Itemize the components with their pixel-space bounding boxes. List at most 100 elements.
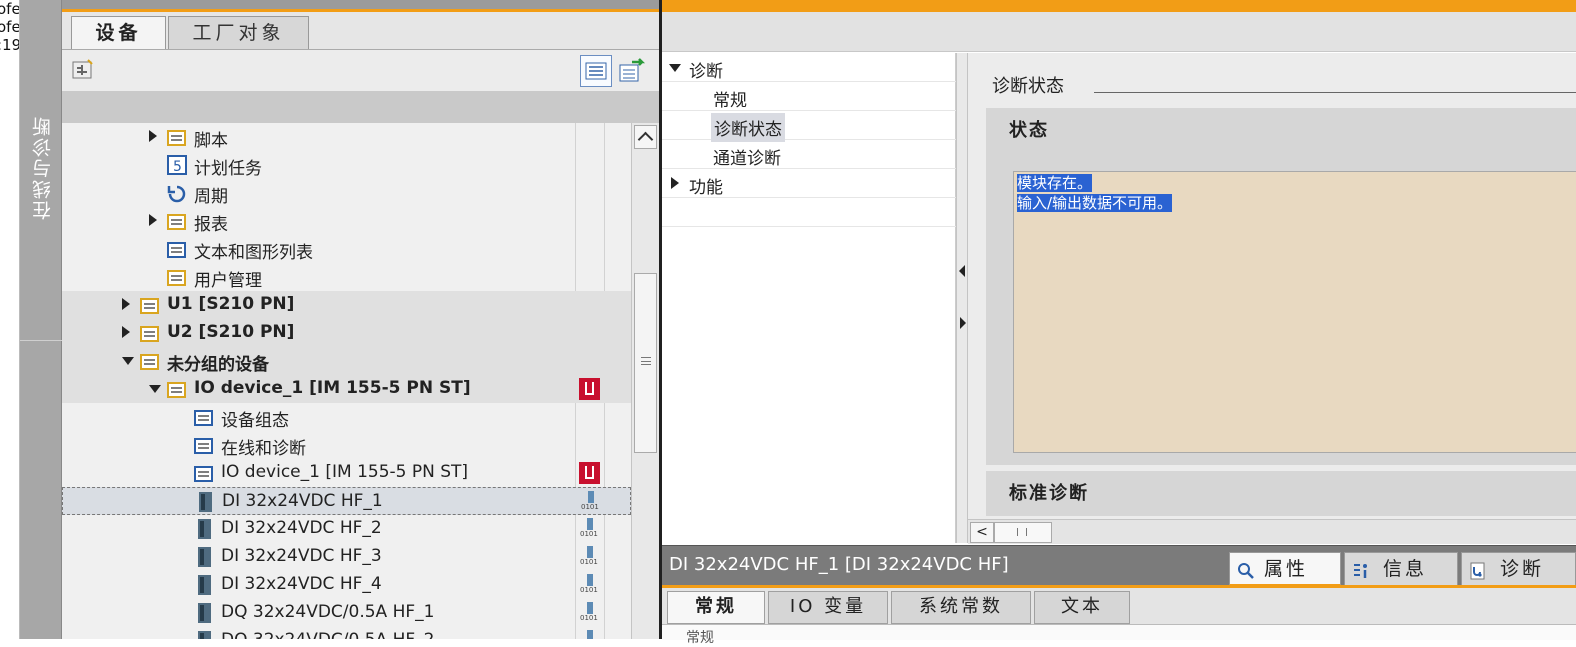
tab-diagnostics[interactable]: 诊断: [1461, 552, 1576, 587]
status-section: 状态 模块存在。 输入/输出数据不可用。: [986, 108, 1576, 465]
expand-arrow-icon[interactable]: [149, 385, 161, 393]
tree-item[interactable]: 设备组态: [62, 403, 631, 431]
cycle-icon: [166, 182, 188, 204]
nav-item-general[interactable]: 常规: [713, 86, 747, 111]
io-status-icon: [580, 574, 598, 596]
tree-item[interactable]: DI 32x24VDC HF_4: [62, 571, 631, 599]
tree-item[interactable]: DI 32x24VDC HF_2: [62, 515, 631, 543]
task-card-tab[interactable]: 在线与诊断: [20, 0, 62, 639]
tree-item[interactable]: 报表: [62, 207, 631, 235]
expand-right-icon[interactable]: [960, 317, 966, 329]
tree-item-label: IO device_1 [IM 155-5 PN ST]: [221, 462, 469, 482]
user-management-icon: [166, 266, 188, 288]
svg-text:5: 5: [173, 159, 182, 175]
script-folder-icon: [166, 126, 188, 148]
status-line-2: 输入/输出数据不可用。: [1017, 194, 1173, 212]
tab-info[interactable]: 信息: [1344, 552, 1458, 587]
tab-devices[interactable]: 设备: [71, 16, 166, 49]
scheduled-task-icon: 5: [166, 154, 188, 176]
content-horizontal-scrollbar[interactable]: <: [968, 519, 1576, 544]
collapse-arrow-icon[interactable]: [149, 130, 157, 142]
hscroll-thumb[interactable]: [994, 522, 1052, 543]
status-line-1: 模块存在。: [1017, 174, 1093, 192]
tab-info-label: 信息: [1383, 558, 1428, 580]
error-status-icon: [579, 462, 600, 484]
project-tree-header: [62, 91, 659, 123]
tree-item-label: 周期: [194, 187, 228, 207]
tree-item[interactable]: 文本和图形列表: [62, 235, 631, 263]
tree-item[interactable]: 5 计划任务: [62, 151, 631, 179]
tree-item[interactable]: 周期: [62, 179, 631, 207]
subtab-texts[interactable]: 文本: [1034, 591, 1130, 624]
section-heading: 诊断状态: [992, 76, 1064, 97]
collapse-left-icon[interactable]: [959, 265, 965, 277]
collapse-arrow-icon[interactable]: [122, 326, 130, 338]
inspector-content-strip: 常规: [662, 624, 1576, 646]
scroll-up-button[interactable]: [634, 125, 657, 149]
online-diagnostics-icon: [193, 434, 215, 456]
tree-item[interactable]: IO device_1 [IM 155-5 PN ST]: [62, 375, 631, 403]
module-icon: [194, 491, 216, 513]
report-icon: [166, 210, 188, 232]
network-view-icon[interactable]: [70, 57, 100, 87]
tree-item[interactable]: 脚本: [62, 123, 631, 151]
io-status-icon: [580, 546, 598, 568]
tree-item[interactable]: IO device_1 [IM 155-5 PN ST]: [62, 459, 631, 487]
task-card-divider: [20, 340, 62, 341]
inspector-title: DI 32x24VDC HF_1 [DI 32x24VDC HF]: [669, 554, 1009, 575]
status-textbox[interactable]: 模块存在。 输入/输出数据不可用。: [1013, 171, 1576, 453]
tab-properties[interactable]: 属性: [1229, 552, 1341, 587]
scroll-left-button[interactable]: <: [970, 522, 994, 543]
drive-icon: [139, 294, 161, 316]
tree-item[interactable]: U1 [S210 PN]: [62, 291, 631, 319]
editor-toolbar: [662, 12, 1576, 52]
nav-item-channel-diagnostics[interactable]: 通道诊断: [713, 144, 781, 169]
tree-item[interactable]: 在线和诊断: [62, 431, 631, 459]
subtab-general[interactable]: 常规: [667, 591, 765, 624]
tree-vertical-scrollbar[interactable]: [631, 123, 659, 639]
edge-fragment-1: ofe: [0, 0, 20, 18]
nav-splitter[interactable]: [956, 53, 968, 543]
status-section-title: 状态: [1009, 120, 1049, 141]
tab-diagnostics-label: 诊断: [1500, 558, 1545, 580]
export-icon[interactable]: [617, 56, 647, 86]
tree-item-label: IO device_1 [IM 155-5 PN ST]: [194, 378, 471, 398]
tree-item-label: DQ 32x24VDC/0.5A HF_1: [221, 602, 435, 622]
tree-item-label: 用户管理: [194, 271, 262, 291]
expand-arrow-icon[interactable]: [669, 64, 681, 72]
nav-item-diagnostic-status[interactable]: 诊断状态: [711, 113, 785, 142]
subtab-system-constants[interactable]: 系统常数: [891, 591, 1031, 624]
collapse-arrow-icon[interactable]: [149, 214, 157, 226]
tree-item[interactable]: 未分组的设备: [62, 347, 631, 375]
inspector-titlebar: DI 32x24VDC HF_1 [DI 32x24VDC HF] 属性 信息 …: [662, 545, 1576, 587]
editor-titlebar: [662, 0, 1576, 12]
nav-group-functions[interactable]: 功能: [689, 173, 723, 198]
tree-item-label: DI 32x24VDC HF_1: [222, 491, 383, 511]
nav-group-diagnostics[interactable]: 诊断: [689, 57, 723, 82]
tree-item[interactable]: DQ 32x24VDC/0.5A HF_2: [62, 627, 631, 639]
tree-item-label: DI 32x24VDC HF_4: [221, 574, 382, 594]
list-view-icon[interactable]: [580, 55, 612, 87]
tree-item[interactable]: U2 [S210 PN]: [62, 319, 631, 347]
subtab-io-tags[interactable]: IO 变量: [768, 591, 888, 624]
edge-fragment-3: :19: [0, 36, 20, 54]
tree-item[interactable]: 用户管理: [62, 263, 631, 291]
device-config-icon: [193, 406, 215, 428]
tree-item[interactable]: DI 32x24VDC HF_1: [62, 487, 631, 515]
tree-item[interactable]: DQ 32x24VDC/0.5A HF_1: [62, 599, 631, 627]
expand-arrow-icon[interactable]: [122, 357, 134, 365]
module-icon: [193, 574, 215, 596]
collapse-arrow-icon[interactable]: [671, 177, 679, 189]
tab-plant-objects[interactable]: 工厂对象: [168, 16, 309, 49]
scroll-thumb[interactable]: [634, 273, 657, 453]
text-graphic-list-icon: [166, 238, 188, 260]
collapse-arrow-icon[interactable]: [122, 298, 130, 310]
nav-row-line: [662, 168, 956, 169]
tree-item-label: 设备组态: [221, 411, 289, 431]
tree-item[interactable]: DI 32x24VDC HF_3: [62, 543, 631, 571]
tab-properties-label: 属性: [1264, 558, 1309, 580]
background-window-edge: ofe ofe :19: [0, 0, 20, 639]
scroll-grip-icon: [641, 357, 651, 365]
project-tree-titlebar: [62, 0, 659, 12]
interface-module-icon: [193, 462, 215, 484]
